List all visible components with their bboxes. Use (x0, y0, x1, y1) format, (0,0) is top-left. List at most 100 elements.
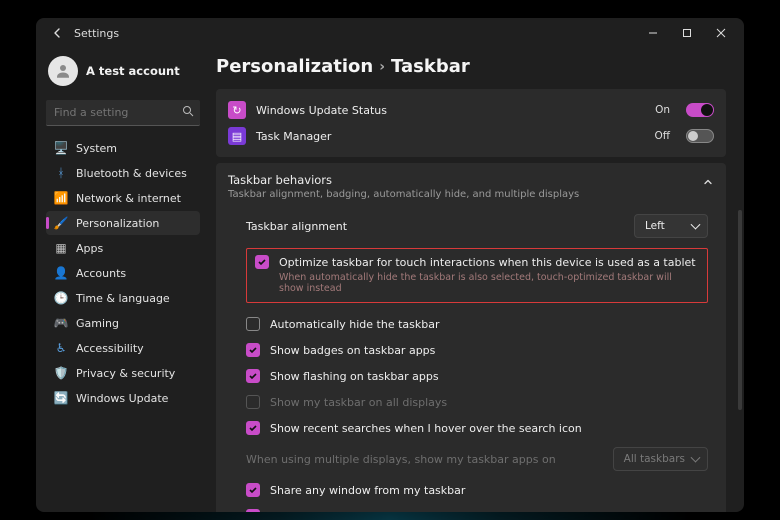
nav-icon: ᚼ (54, 166, 68, 180)
behavior-label: Automatically hide the taskbar (270, 318, 440, 331)
sidebar-item-gaming[interactable]: 🎮 Gaming (46, 311, 200, 335)
behavior-checkbox (246, 395, 260, 409)
avatar (48, 56, 78, 86)
nav-icon: 🖥️ (54, 141, 68, 155)
optimize-touch-sublabel: When automatically hide the taskbar is a… (279, 272, 699, 294)
sidebar-item-privacy-security[interactable]: 🛡️ Privacy & security (46, 361, 200, 385)
sidebar-item-network-internet[interactable]: 📶 Network & internet (46, 186, 200, 210)
item-icon: ▤ (228, 127, 246, 145)
taskbar-item-row: ↻ Windows Update Status On (228, 97, 714, 123)
multi-display-row: When using multiple displays, show my ta… (246, 441, 708, 477)
item-icon: ↻ (228, 101, 246, 119)
nav-label: Accounts (76, 267, 126, 280)
nav-icon: 🖌️ (54, 216, 68, 230)
nav-icon: 🕒 (54, 291, 68, 305)
nav-label: Time & language (76, 292, 170, 305)
optimize-touch-highlight: Optimize taskbar for touch interactions … (246, 248, 708, 303)
nav-label: Accessibility (76, 342, 144, 355)
behavior-option-row: Show flashing on taskbar apps (246, 363, 708, 389)
minimize-button[interactable] (636, 18, 670, 48)
chevron-right-icon: › (379, 59, 385, 75)
optimize-touch-label: Optimize taskbar for touch interactions … (279, 256, 696, 269)
toggle-state: Off (655, 130, 671, 142)
taskbar-items-card: ↻ Windows Update Status On ▤ Task Manage… (216, 89, 726, 157)
taskbar-behaviors-card: Taskbar behaviors Taskbar alignment, bad… (216, 163, 726, 512)
search-container (46, 100, 200, 126)
behavior-option-row: Select the far corner of the taskbar to … (246, 503, 708, 512)
breadcrumb-current: Taskbar (391, 56, 470, 77)
user-name: A test account (86, 64, 180, 78)
sidebar-item-accessibility[interactable]: ♿ Accessibility (46, 336, 200, 360)
nav-icon: 🛡️ (54, 366, 68, 380)
behavior-label: Show flashing on taskbar apps (270, 370, 439, 383)
nav-label: Windows Update (76, 392, 168, 405)
nav-icon: ♿ (54, 341, 68, 355)
sidebar-item-windows-update[interactable]: 🔄 Windows Update (46, 386, 200, 410)
nav-label: Privacy & security (76, 367, 175, 380)
nav: 🖥️ System ᚼ Bluetooth & devices 📶 Network & i… (46, 136, 200, 410)
titlebar: Settings (36, 18, 744, 48)
nav-icon: 🔄 (54, 391, 68, 405)
sidebar-item-personalization[interactable]: 🖌️ Personalization (46, 211, 200, 235)
nav-label: Personalization (76, 217, 159, 230)
sidebar-item-accounts[interactable]: 👤 Accounts (46, 261, 200, 285)
taskbar-alignment-label: Taskbar alignment (246, 220, 347, 233)
behavior-label: Share any window from my taskbar (270, 484, 465, 497)
behavior-checkbox[interactable] (246, 343, 260, 357)
main-content: Personalization › Taskbar ↻ Windows Upda… (208, 48, 744, 512)
sidebar: A test account 🖥️ System ᚼ Bluetooth & devi… (36, 48, 208, 512)
window-title: Settings (74, 27, 119, 40)
behavior-label: Show recent searches when I hover over t… (270, 422, 582, 435)
taskbar-item-row: ▤ Task Manager Off (228, 123, 714, 149)
behavior-checkbox[interactable] (246, 483, 260, 497)
nav-label: Bluetooth & devices (76, 167, 187, 180)
search-input[interactable] (46, 100, 200, 126)
sidebar-item-bluetooth-devices[interactable]: ᚼ Bluetooth & devices (46, 161, 200, 185)
behavior-label: Show my taskbar on all displays (270, 396, 447, 409)
nav-icon: 📶 (54, 191, 68, 205)
behavior-option-row: Show recent searches when I hover over t… (246, 415, 708, 441)
behaviors-title: Taskbar behaviors (228, 173, 702, 187)
behavior-checkbox[interactable] (246, 317, 260, 331)
item-label: Task Manager (256, 130, 645, 143)
collapse-button[interactable] (702, 173, 714, 192)
settings-window: Settings A test account 🖥️ System ᚼ Bluetoo… (36, 18, 744, 512)
breadcrumb-parent[interactable]: Personalization (216, 56, 373, 77)
user-account[interactable]: A test account (46, 52, 200, 98)
nav-label: System (76, 142, 117, 155)
behavior-option-row: Automatically hide the taskbar (246, 311, 708, 337)
multi-display-label: When using multiple displays, show my ta… (246, 453, 556, 466)
behavior-option-row: Show my taskbar on all displays (246, 389, 708, 415)
close-button[interactable] (704, 18, 738, 48)
behavior-label: Show badges on taskbar apps (270, 344, 435, 357)
search-icon (182, 105, 194, 120)
sidebar-item-apps[interactable]: ▦ Apps (46, 236, 200, 260)
optimize-touch-checkbox[interactable] (255, 255, 269, 269)
behaviors-subtitle: Taskbar alignment, badging, automaticall… (228, 189, 702, 200)
breadcrumb: Personalization › Taskbar (216, 54, 726, 89)
sidebar-item-time-language[interactable]: 🕒 Time & language (46, 286, 200, 310)
maximize-button[interactable] (670, 18, 704, 48)
scrollbar[interactable] (738, 210, 742, 410)
item-label: Windows Update Status (256, 104, 645, 117)
nav-label: Apps (76, 242, 103, 255)
taskbar-alignment-dropdown[interactable]: Left (634, 214, 708, 238)
behavior-checkbox[interactable] (246, 369, 260, 383)
sidebar-item-system[interactable]: 🖥️ System (46, 136, 200, 160)
nav-icon: ▦ (54, 241, 68, 255)
toggle-state: On (655, 104, 670, 116)
item-toggle[interactable] (686, 129, 714, 143)
item-toggle[interactable] (686, 103, 714, 117)
nav-icon: 👤 (54, 266, 68, 280)
behavior-option-row: Share any window from my taskbar (246, 477, 708, 503)
nav-label: Gaming (76, 317, 119, 330)
behavior-checkbox[interactable] (246, 421, 260, 435)
multi-display-dropdown: All taskbars (613, 447, 708, 471)
behavior-label: Select the far corner of the taskbar to … (270, 510, 579, 513)
back-button[interactable] (46, 27, 68, 39)
taskbar-alignment-row: Taskbar alignment Left (246, 208, 708, 244)
behavior-checkbox[interactable] (246, 509, 260, 512)
nav-label: Network & internet (76, 192, 181, 205)
nav-icon: 🎮 (54, 316, 68, 330)
behavior-option-row: Show badges on taskbar apps (246, 337, 708, 363)
